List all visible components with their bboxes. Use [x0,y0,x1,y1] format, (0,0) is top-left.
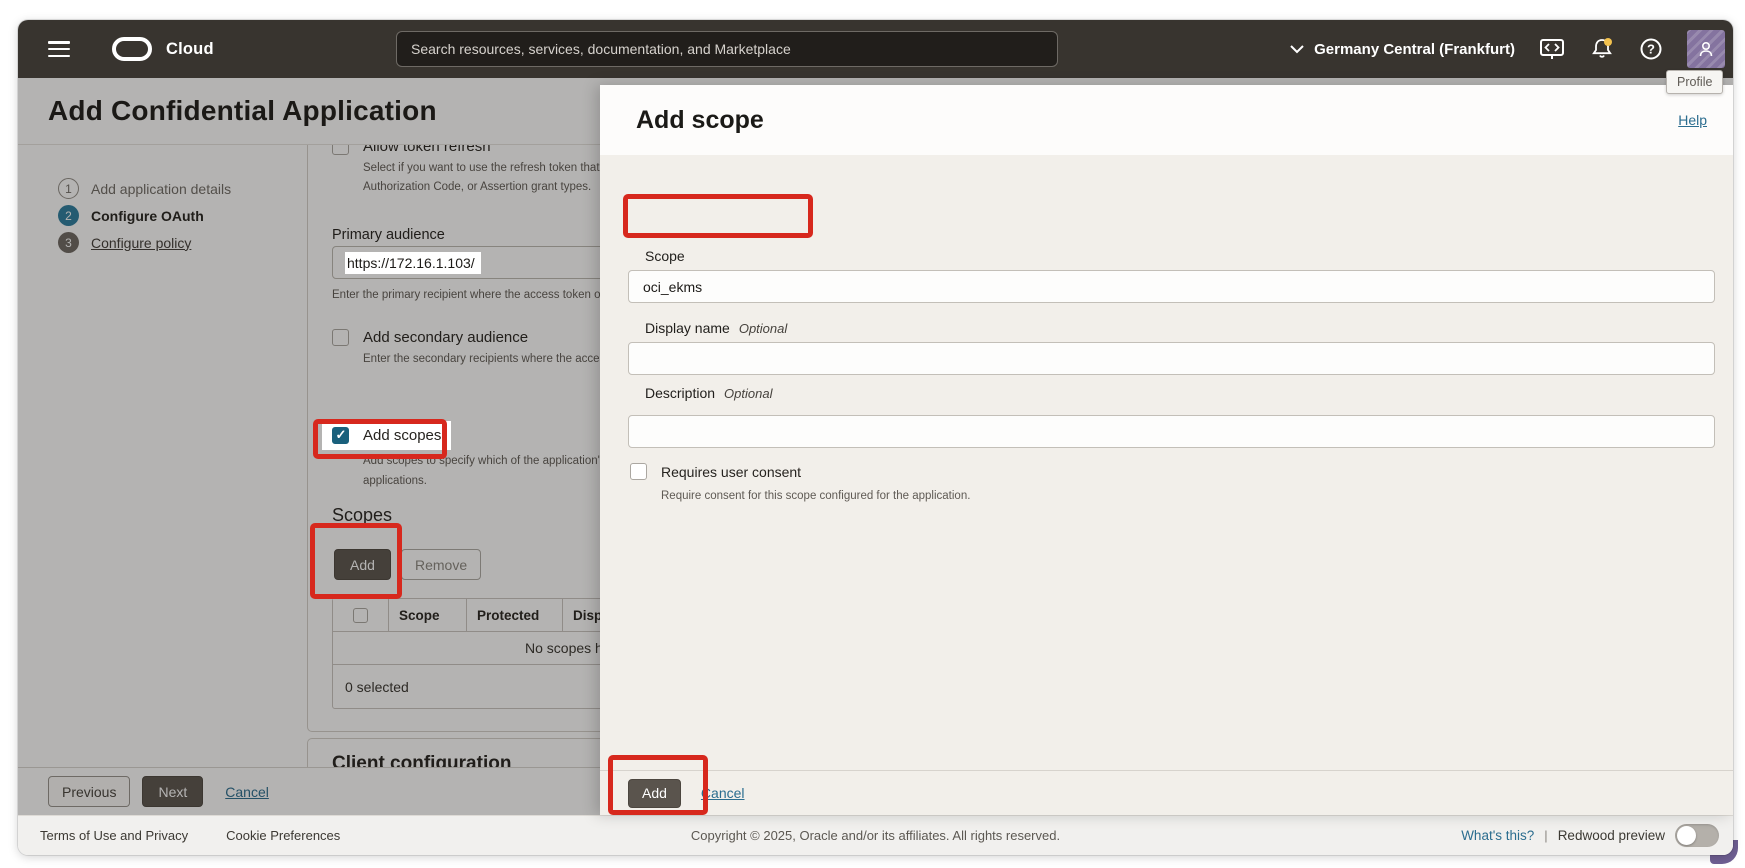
cookie-preferences-link[interactable]: Cookie Preferences [226,828,340,843]
oracle-logo-icon [112,37,152,61]
add-scopes-row: Add scopes [322,421,452,450]
person-icon [1699,41,1713,57]
screen: Cloud Germany Central (Frankfurt) ? [0,0,1745,868]
footer-separator: | [1544,828,1548,843]
scope-label: Scope [645,248,685,264]
profile-avatar[interactable] [1687,30,1725,68]
optional-hint: Optional [738,321,788,336]
scope-input[interactable] [628,270,1715,303]
dialog-add-button[interactable]: Add [628,778,681,808]
chevron-down-icon [1290,44,1304,53]
requires-user-consent-label: Requires user consent [661,463,802,480]
display-name-input[interactable] [628,342,1715,375]
display-name-label: Display name [645,320,730,336]
optional-hint: Optional [724,386,773,401]
global-footer: Copyright © 2025, Oracle and/or its affi… [18,815,1733,855]
footer-right-cluster: What's this? | Redwood preview [1461,824,1719,847]
help-link[interactable]: Help [1678,112,1707,128]
topbar-right-cluster: Germany Central (Frankfurt) ? [1290,20,1725,78]
redwood-preview-label: Redwood preview [1557,828,1665,843]
description-input[interactable] [628,415,1715,448]
dialog-title: Add scope [636,105,764,134]
region-label: Germany Central (Frankfurt) [1314,40,1515,58]
hamburger-menu-icon[interactable] [48,41,70,57]
whats-this-link[interactable]: What's this? [1461,828,1534,843]
add-scopes-label: Add scopes [363,427,442,444]
requires-consent-row: Requires user consent [630,463,801,480]
dialog-cancel-link[interactable]: Cancel [701,785,745,801]
requires-user-consent-checkbox[interactable] [630,463,647,480]
profile-tooltip: Profile [1666,70,1724,94]
browser-window: Cloud Germany Central (Frankfurt) ? [18,20,1733,855]
top-navigation-bar: Cloud Germany Central (Frankfurt) ? [18,20,1733,78]
search-input[interactable] [396,31,1058,67]
toggle-knob [1677,826,1696,845]
requires-consent-help: Require consent for this scope configure… [661,490,971,502]
redwood-preview-toggle[interactable] [1675,824,1719,847]
description-label-row: Description Optional [645,385,772,403]
footer-links: Terms of Use and Privacy Cookie Preferen… [40,828,340,843]
brand-label: Cloud [166,39,214,58]
region-selector[interactable]: Germany Central (Frankfurt) [1290,41,1515,58]
svg-text:?: ? [1647,42,1655,57]
dialog-body: Scope Display name Optional Description Op… [600,155,1733,815]
oracle-cloud-brand[interactable]: Cloud [112,37,214,61]
description-label: Description [645,385,716,401]
add-scopes-checkbox[interactable] [332,427,349,444]
display-name-label-row: Display name Optional [645,320,787,338]
dialog-footer: Add Cancel [600,770,1733,815]
primary-audience-value: https://172.16.1.103/ [345,251,481,274]
terms-link[interactable]: Terms of Use and Privacy [40,828,188,843]
help-question-icon[interactable]: ? [1639,37,1663,61]
dialog-header: Add scope Help [600,85,1733,155]
add-scope-dialog: Add scope Help Scope Display name Optiona… [600,85,1733,815]
notifications-bell-icon[interactable] [1589,36,1615,62]
cloud-shell-icon[interactable] [1539,37,1565,61]
